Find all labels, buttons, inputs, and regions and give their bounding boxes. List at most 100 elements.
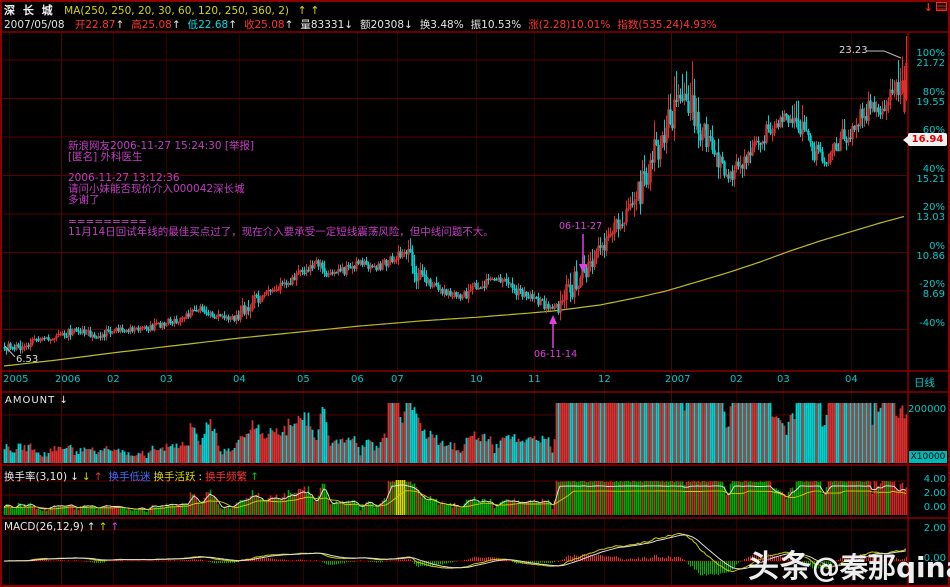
quote-field: 涨(2.28)10.01% xyxy=(528,19,610,31)
turnover-axis-label: 4.00 xyxy=(923,474,946,485)
turnover-legend-item: 换手低迷 xyxy=(108,471,151,483)
turnover-arrow: ↓ xyxy=(70,471,79,483)
watermark-handle: @秦那qina xyxy=(812,551,950,584)
macd-panel-header: MACD(26,12,9) ↑ ↑ ↑ xyxy=(4,521,125,533)
amount-arrow: ↓ xyxy=(59,395,69,406)
ma-trend-arrows: ↑ ↑ xyxy=(297,4,320,17)
turnover-panel-header: 换手率(3,10) ↓ ↓ ↑ 换手低迷 换手活跃: 换手频繁 ↑ xyxy=(4,469,265,484)
time-axis-label: 04 xyxy=(845,374,858,385)
period-label[interactable]: 日线 xyxy=(914,375,935,390)
quote-field: 额20308↓ xyxy=(360,19,413,31)
time-axis-label: 06 xyxy=(351,374,364,385)
time-axis-label: 2005 xyxy=(3,374,29,385)
turnover-axis-label: 0.00 xyxy=(923,502,946,513)
macd-arrows: ↑ ↑ ↑ xyxy=(87,521,122,533)
turnover-arrow: ↓ xyxy=(81,471,91,483)
quote-field: 收25.08↑ xyxy=(244,19,293,31)
quote-field-arrow: ↓ xyxy=(344,19,354,31)
amount-panel-header: AMOUNT ↓ xyxy=(5,395,69,406)
macd-axis-label: 2.00 xyxy=(923,523,946,534)
quote-fields: 开22.87↑ 高25.08↑ 低22.68↑ 收25.08↑ 量83331↓ 额2030… xyxy=(75,19,724,31)
annotation-line xyxy=(68,206,494,217)
time-axis-label: 2006 xyxy=(55,374,81,385)
quote-field-value: 涨(2.28)10.01% xyxy=(528,19,611,31)
ma-settings: MA(250, 250, 20, 30, 60, 120, 250, 360, … xyxy=(64,5,289,17)
annotation-line: [匿名] 外科医生 xyxy=(68,150,143,163)
event-label-06-11-14: 06-11-14 xyxy=(534,349,578,360)
turnover-legend-item: 换手活跃 xyxy=(153,471,196,483)
quote-field: 换3.48% xyxy=(420,19,464,31)
quote-field-value: 低22.68 xyxy=(187,19,229,31)
quote-field-arrow: ↑ xyxy=(284,19,294,31)
quote-field: 指数(535.24)4.93% xyxy=(617,19,716,31)
current-price-tag: 16.94 xyxy=(903,133,947,146)
turnover-axis-label: 2.00 xyxy=(923,488,946,499)
quote-field-value: 指数(535.24)4.93% xyxy=(617,19,717,31)
quote-field-arrow: ↑ xyxy=(115,19,125,31)
price-axis: 100% 21.72 80% 19.55 60% 40% 15.21 20% 13.03 0% 10… xyxy=(908,0,948,400)
turnover-arrows: ↓ ↓ ↑ xyxy=(70,471,105,483)
turnover-title: 换手率(3,10) xyxy=(4,471,68,483)
quote-field-arrow: ↑ xyxy=(228,19,237,31)
time-axis-label: 2007 xyxy=(665,374,691,385)
chart-canvas[interactable] xyxy=(0,0,950,587)
price-axis-percent: -40% xyxy=(919,317,945,329)
marked-low-label: 6.53 xyxy=(16,354,39,365)
quote-field: 高25.08↑ xyxy=(131,19,180,31)
stock-name: 深 长 城 xyxy=(4,4,55,17)
quote-field-value: 换3.48% xyxy=(419,19,464,31)
quote-bar: 2007/05/08 开22.87↑ 高25.08↑ 低22.68↑ 收25.08↑ 量… xyxy=(4,17,724,32)
time-axis-label: 02 xyxy=(730,374,743,385)
price-axis-price: 21.72 xyxy=(916,58,945,69)
macd-arrow: ↑ xyxy=(98,521,108,533)
quote-field: 开22.87↑ xyxy=(75,19,124,31)
time-axis-label: 12 xyxy=(598,374,611,385)
turnover-legend: 换手低迷 换手活跃: 换手频繁 ↑ xyxy=(109,471,262,483)
price-axis-price: 19.55 xyxy=(916,96,945,108)
price-axis-price: 13.03 xyxy=(916,212,945,223)
price-axis-price: 8.69 xyxy=(922,289,945,300)
macd-arrow: ↑ xyxy=(110,521,120,533)
macd-arrow: ↑ xyxy=(86,521,96,533)
quote-field: 低22.68↑ xyxy=(188,19,237,31)
time-axis: 2005 2006 02 03 04 05 06 07 10 11 12 2007 02 03 04 xyxy=(0,374,950,390)
watermark-brand: 头条 xyxy=(748,549,812,585)
turnover-arrow: ↑ xyxy=(93,471,103,483)
annotation-line: 请问小妹能否现价介入000042深长城 xyxy=(68,183,245,196)
annotation-line: 11月14日回试年线的最佳买点过了，现在介入要承受一定短线震荡风险，但中线问题不… xyxy=(68,226,494,239)
watermark: 头条@秦那qina xyxy=(748,541,950,586)
annotation-line: 多谢了 xyxy=(68,193,100,206)
turnover-legend-item: 换手频繁 xyxy=(205,471,248,483)
time-axis-label: 10 xyxy=(470,374,483,385)
time-axis-label: 04 xyxy=(233,374,246,385)
quote-date: 2007/05/08 xyxy=(4,19,65,31)
marked-high-label: 23.23 xyxy=(839,45,868,56)
chart-annotation-note: 新浪网友2006-11-27 15:24:30 [举报] [匿名] 外科医生 20… xyxy=(68,141,494,238)
quote-field-arrow: ↑ xyxy=(171,19,181,31)
title-bar: 深 长 城 MA(250, 250, 20, 30, 60, 120, 250,… xyxy=(4,2,319,18)
stock-chart-window: 深 长 城 MA(250, 250, 20, 30, 60, 120, 250,… xyxy=(0,0,950,587)
quote-field-value: 振10.53% xyxy=(470,19,522,31)
price-axis-price: 10.86 xyxy=(916,250,945,262)
time-axis-label: 03 xyxy=(777,374,790,385)
amount-unit-badge: X10000 xyxy=(909,451,947,463)
quote-field-value: 开22.87 xyxy=(74,19,116,31)
amount-title: AMOUNT xyxy=(5,395,56,406)
price-axis-price: 15.21 xyxy=(916,173,945,185)
time-axis-label: 03 xyxy=(160,374,173,385)
amount-scale-top: 200000 xyxy=(908,404,947,415)
quote-field-arrow: ↓ xyxy=(404,19,413,31)
turnover-legend-item: : xyxy=(198,471,203,483)
quote-field-value: 高25.08 xyxy=(131,19,172,31)
quote-field: 振10.53% xyxy=(471,19,522,31)
quote-field-value: 量83331 xyxy=(300,19,345,31)
event-label-06-11-27: 06-11-27 xyxy=(559,221,603,232)
quote-field: 量83331↓ xyxy=(300,19,353,31)
time-axis-label: 02 xyxy=(107,374,120,385)
quote-field-value: 收25.08 xyxy=(244,19,285,31)
macd-title: MACD(26,12,9) xyxy=(4,521,84,533)
time-axis-label: 07 xyxy=(391,374,404,385)
turnover-legend-item: ↑ xyxy=(250,471,259,483)
time-axis-label: 11 xyxy=(528,374,541,385)
time-axis-label: 05 xyxy=(297,374,310,385)
